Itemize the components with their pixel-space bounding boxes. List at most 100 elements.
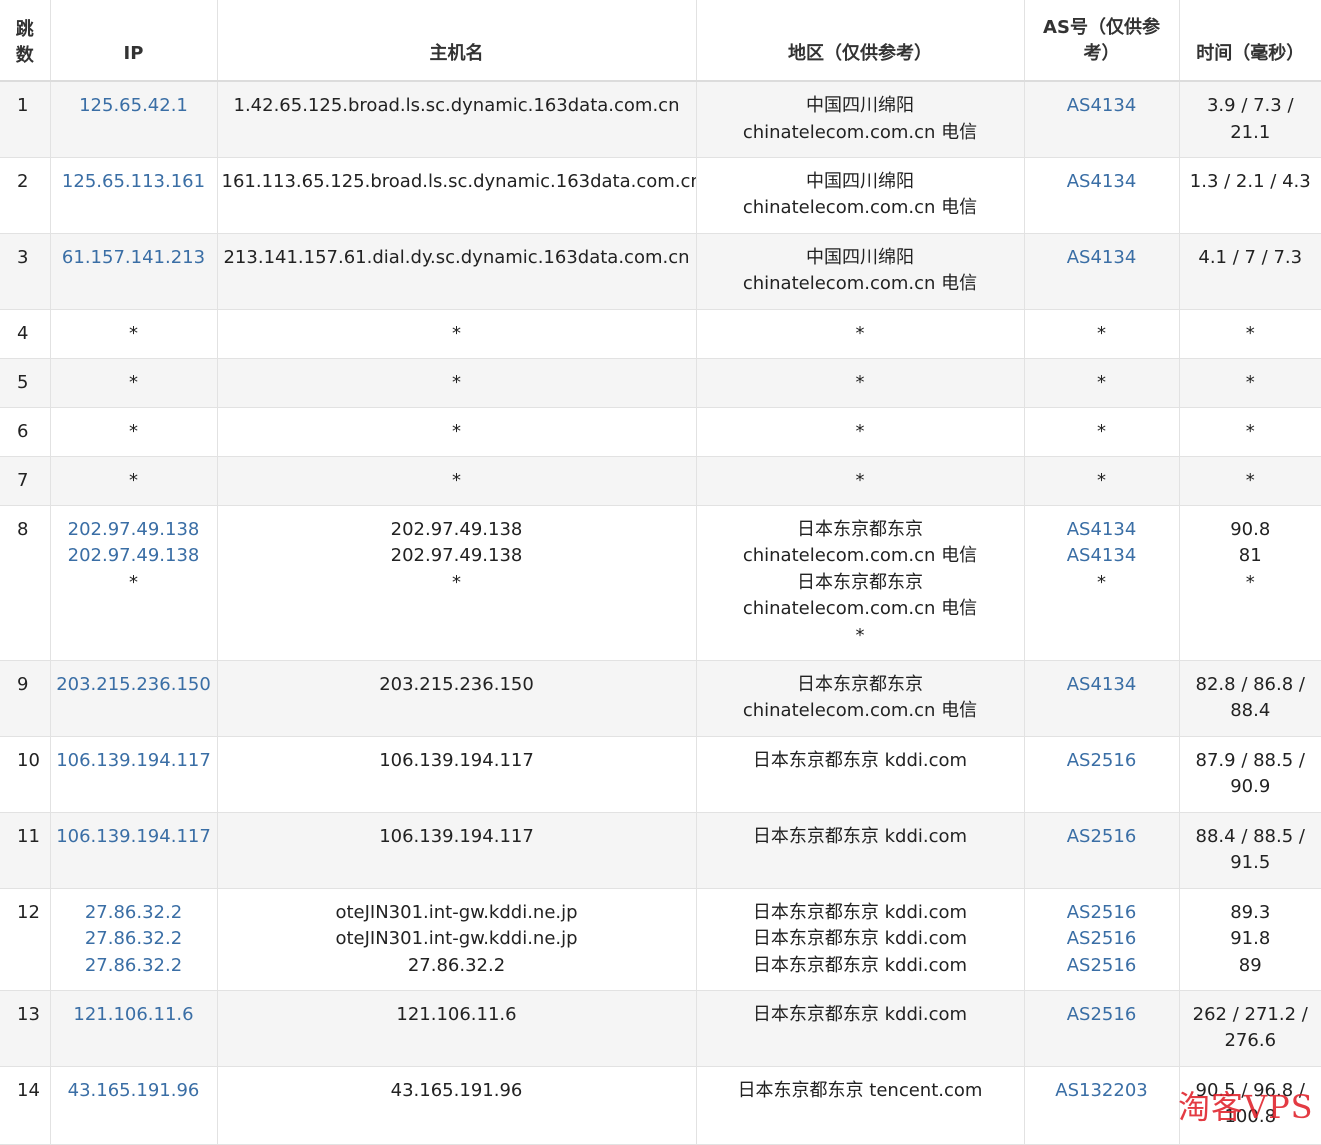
asn-cell[interactable]: AS4134 AS4134 * (1024, 505, 1180, 661)
ip-cell: * (50, 309, 218, 359)
asn-cell[interactable]: AS2516 AS2516 AS2516 (1024, 888, 1180, 991)
ip-cell[interactable]: 202.97.49.138 202.97.49.138 * (50, 505, 218, 661)
asn-cell-line[interactable]: AS4134 (1029, 672, 1175, 699)
region-cell-line: chinatelecom.com.cn 电信 (742, 545, 978, 566)
asn-cell-line[interactable]: AS4134 (1029, 543, 1175, 570)
ip-cell[interactable]: 43.165.191.96 (50, 1066, 218, 1145)
region-cell-line: chinatelecom.com.cn 电信 (742, 598, 978, 619)
ip-cell[interactable]: 125.65.42.1 (50, 81, 218, 158)
hostname-cell-line: 1.42.65.125.broad.ls.sc.dynamic.163data.… (233, 95, 680, 116)
asn-cell-line: * (1097, 469, 1106, 491)
ip-cell-line[interactable]: 121.106.11.6 (55, 1002, 213, 1029)
ip-cell: * (50, 407, 218, 457)
time-cell-line: 81 (1238, 545, 1262, 566)
ip-cell: * (50, 358, 218, 408)
hostname-cell: 106.139.194.117 (217, 736, 697, 813)
region-cell-line: 日本东京都东京 kddi.com (752, 1003, 968, 1025)
header-hostname: 主机名 (217, 0, 697, 82)
hostname-cell-line: * (452, 420, 461, 442)
ip-cell-line[interactable]: 43.165.191.96 (55, 1078, 213, 1105)
region-cell-line: 日本东京都东京 (797, 571, 923, 593)
asn-cell-line[interactable]: AS2516 (1029, 900, 1175, 927)
header-hop: 跳数 (0, 0, 51, 82)
region-cell-line: 日本东京都东京 kddi.com (752, 901, 968, 923)
region-cell: 日本东京都东京 kddi.com (696, 736, 1025, 813)
region-cell-line: * (855, 624, 865, 646)
time-cell: 1.3 / 2.1 / 4.3 (1179, 157, 1321, 234)
ip-cell[interactable]: 27.86.32.2 27.86.32.2 27.86.32.2 (50, 888, 218, 991)
ip-cell-line[interactable]: 125.65.42.1 (55, 93, 213, 120)
ip-cell[interactable]: 106.139.194.117 (50, 736, 218, 813)
hop-cell: 6 (0, 407, 51, 457)
time-cell: * (1179, 407, 1321, 457)
time-cell-line: * (1245, 571, 1255, 593)
ip-cell-line[interactable]: 202.97.49.138 (55, 517, 213, 544)
asn-cell[interactable]: AS4134 (1024, 660, 1180, 737)
time-cell: * (1179, 309, 1321, 359)
asn-cell-line[interactable]: AS2516 (1029, 953, 1175, 980)
asn-cell[interactable]: AS4134 (1024, 233, 1180, 310)
table-row: 2 125.65.113.161 161.113.65.125.broad.ls.s… (0, 157, 1321, 234)
asn-cell-line[interactable]: AS4134 (1029, 245, 1175, 272)
region-cell-line: 中国四川绵阳 (806, 246, 914, 268)
time-cell: 87.9 / 88.5 / 90.9 (1179, 736, 1321, 813)
ip-cell[interactable]: 203.215.236.150 (50, 660, 218, 737)
ip-cell-line[interactable]: 203.215.236.150 (55, 672, 213, 699)
ip-cell[interactable]: 106.139.194.117 (50, 812, 218, 889)
ip-cell-line[interactable]: 106.139.194.117 (55, 824, 213, 851)
ip-cell[interactable]: 121.106.11.6 (50, 990, 218, 1067)
region-cell-line: * (855, 469, 865, 491)
asn-cell-line[interactable]: AS4134 (1029, 517, 1175, 544)
ip-cell-line: * (129, 420, 138, 442)
ip-cell-line[interactable]: 125.65.113.161 (55, 169, 213, 196)
table-row: 14 43.165.191.96 43.165.191.96 日本东京都东京 tenc… (0, 1066, 1321, 1145)
ip-cell-line[interactable]: 202.97.49.138 (55, 543, 213, 570)
time-cell: 3.9 / 7.3 / 21.1 (1179, 81, 1321, 158)
region-cell: * (696, 407, 1025, 457)
asn-cell-line[interactable]: AS4134 (1029, 93, 1175, 120)
asn-cell-line[interactable]: AS4134 (1029, 169, 1175, 196)
region-cell: * (696, 309, 1025, 359)
hostname-cell: 202.97.49.138 202.97.49.138 * (217, 505, 697, 661)
asn-cell-line[interactable]: AS2516 (1029, 824, 1175, 851)
region-cell: 日本东京都东京 chinatelecom.com.cn 电信 (696, 660, 1025, 737)
asn-cell[interactable]: AS4134 (1024, 81, 1180, 158)
table-body: 1 125.65.42.1 1.42.65.125.broad.ls.sc.dyna… (0, 81, 1321, 1145)
asn-cell[interactable]: AS2516 (1024, 812, 1180, 889)
ip-cell[interactable]: 61.157.141.213 (50, 233, 218, 310)
time-cell-line: 21.1 (1230, 121, 1271, 143)
asn-cell-line[interactable]: AS132203 (1029, 1078, 1175, 1105)
ip-cell-line[interactable]: 61.157.141.213 (55, 245, 213, 272)
region-cell-line: 日本东京都东京 kddi.com (752, 825, 968, 847)
ip-cell[interactable]: 125.65.113.161 (50, 157, 218, 234)
asn-cell-line[interactable]: AS2516 (1029, 926, 1175, 953)
region-cell-line: 日本东京都东京 kddi.com (752, 954, 968, 976)
hostname-cell-line: 106.139.194.117 (379, 825, 534, 847)
ip-cell-line: * (129, 371, 138, 393)
asn-cell: * (1024, 309, 1180, 359)
asn-cell[interactable]: AS2516 (1024, 736, 1180, 813)
header-asn: AS号（仅供参 考） (1024, 0, 1180, 82)
ip-cell-line[interactable]: 27.86.32.2 (55, 900, 213, 927)
hop-cell: 4 (0, 309, 51, 359)
asn-cell[interactable]: AS132203 (1024, 1066, 1180, 1145)
ip-cell-line[interactable]: 27.86.32.2 (55, 926, 213, 953)
time-cell-line: 276.6 (1224, 1030, 1277, 1051)
hostname-cell-line: 203.215.236.150 (379, 673, 534, 695)
hostname-cell: 43.165.191.96 (217, 1066, 697, 1145)
asn-cell-line[interactable]: AS2516 (1029, 1002, 1175, 1029)
time-cell-line: * (1245, 469, 1255, 491)
asn-cell[interactable]: AS4134 (1024, 157, 1180, 234)
asn-cell[interactable]: AS2516 (1024, 990, 1180, 1067)
region-cell: 日本东京都东京 kddi.com 日本东京都东京 kddi.com 日本东京都东京 … (696, 888, 1025, 991)
region-cell-line: * (855, 371, 865, 393)
header-ip: IP (50, 0, 218, 82)
hop-cell: 8 (0, 505, 51, 661)
region-cell-line: 中国四川绵阳 (806, 95, 914, 116)
region-cell-line: 中国四川绵阳 (806, 170, 914, 192)
hop-cell: 14 (0, 1066, 51, 1145)
ip-cell-line[interactable]: 106.139.194.117 (55, 748, 213, 775)
asn-cell-line[interactable]: AS2516 (1029, 748, 1175, 775)
ip-cell-line[interactable]: 27.86.32.2 (55, 953, 213, 980)
time-cell-line: 100.8 (1224, 1106, 1277, 1127)
